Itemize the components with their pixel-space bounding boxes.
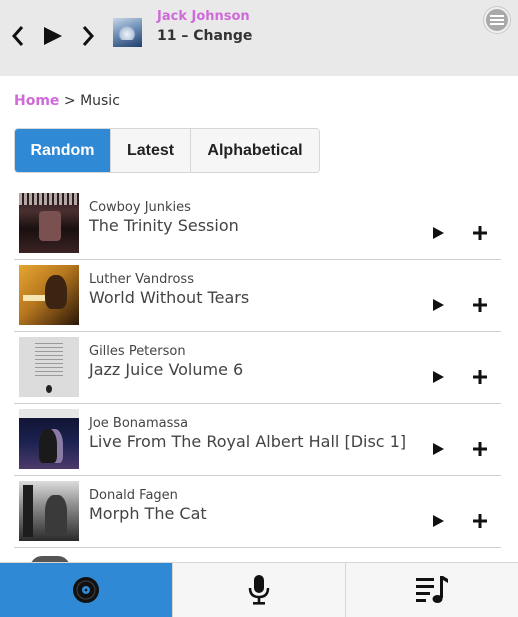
album-list-item[interactable]: Donald Fagen Morph The Cat [14, 476, 501, 548]
album-cover[interactable] [19, 193, 79, 253]
play-album-button[interactable] [430, 441, 446, 457]
menu-button[interactable] [484, 7, 510, 33]
play-album-button[interactable] [430, 369, 446, 385]
album-artist: Cowboy Junkies [89, 200, 191, 215]
add-to-queue-button[interactable] [472, 441, 488, 457]
play-pause-button[interactable] [40, 22, 66, 50]
play-icon [44, 27, 62, 45]
previous-track-button[interactable] [8, 22, 28, 50]
album-cover[interactable] [19, 481, 79, 541]
album-list-item[interactable]: Joe Bonamassa Live From The Royal Albert… [14, 404, 501, 476]
plus-icon [473, 298, 487, 312]
album-list-item[interactable]: Cowboy Junkies The Trinity Session [14, 188, 501, 260]
bottom-nav [0, 562, 518, 617]
album-title[interactable]: Live From The Royal Albert Hall [Disc 1] [89, 432, 406, 451]
album-title[interactable]: Jazz Juice Volume 6 [89, 360, 243, 379]
play-album-button[interactable] [430, 225, 446, 241]
album-cover[interactable] [19, 409, 79, 469]
breadcrumb-current: Music [80, 93, 120, 109]
now-playing-album-art[interactable] [113, 18, 142, 47]
play-icon [433, 227, 444, 239]
nav-playlists-button[interactable] [346, 563, 518, 617]
breadcrumb: Home > Music [14, 93, 120, 109]
add-to-queue-button[interactable] [472, 513, 488, 529]
play-album-button[interactable] [430, 513, 446, 529]
album-list-item[interactable]: Gilles Peterson Jazz Juice Volume 6 [14, 332, 501, 404]
breadcrumb-home-link[interactable]: Home [14, 93, 59, 109]
chevron-right-icon [82, 26, 95, 46]
next-track-button[interactable] [78, 22, 98, 50]
album-cover[interactable] [19, 265, 79, 325]
play-album-button[interactable] [430, 297, 446, 313]
tab-latest[interactable]: Latest [111, 129, 191, 172]
plus-icon [473, 370, 487, 384]
album-list: Cowboy Junkies The Trinity Session Luthe… [14, 188, 501, 548]
chevron-left-icon [11, 26, 24, 46]
plus-icon [473, 514, 487, 528]
plus-icon [473, 442, 487, 456]
now-playing-bar: Jack Johnson 11 – Change [0, 0, 518, 76]
breadcrumb-separator: > [63, 93, 76, 109]
tab-alphabetical[interactable]: Alphabetical [191, 129, 319, 172]
play-icon [433, 299, 444, 311]
album-artist: Gilles Peterson [89, 344, 186, 359]
album-artist: Luther Vandross [89, 272, 194, 287]
now-playing-artist[interactable]: Jack Johnson [157, 9, 250, 24]
add-to-queue-button[interactable] [472, 369, 488, 385]
microphone-icon [248, 575, 270, 605]
album-title[interactable]: The Trinity Session [89, 216, 239, 235]
album-artist: Donald Fagen [89, 488, 178, 503]
play-icon [433, 515, 444, 527]
tab-random[interactable]: Random [15, 129, 111, 172]
album-list-item[interactable]: Luther Vandross World Without Tears [14, 260, 501, 332]
album-cover[interactable] [19, 337, 79, 397]
playlist-icon [416, 576, 448, 603]
album-artist: Joe Bonamassa [89, 416, 189, 431]
sort-tabs: Random Latest Alphabetical [14, 128, 320, 173]
album-title[interactable]: World Without Tears [89, 288, 249, 307]
nav-albums-button[interactable] [0, 563, 173, 617]
nav-artists-button[interactable] [173, 563, 346, 617]
add-to-queue-button[interactable] [472, 225, 488, 241]
album-title[interactable]: Morph The Cat [89, 504, 207, 523]
now-playing-track: 11 – Change [157, 28, 253, 44]
play-icon [433, 371, 444, 383]
menu-icon [490, 15, 504, 25]
add-to-queue-button[interactable] [472, 297, 488, 313]
plus-icon [473, 226, 487, 240]
play-icon [433, 443, 444, 455]
vinyl-record-icon [73, 577, 99, 603]
